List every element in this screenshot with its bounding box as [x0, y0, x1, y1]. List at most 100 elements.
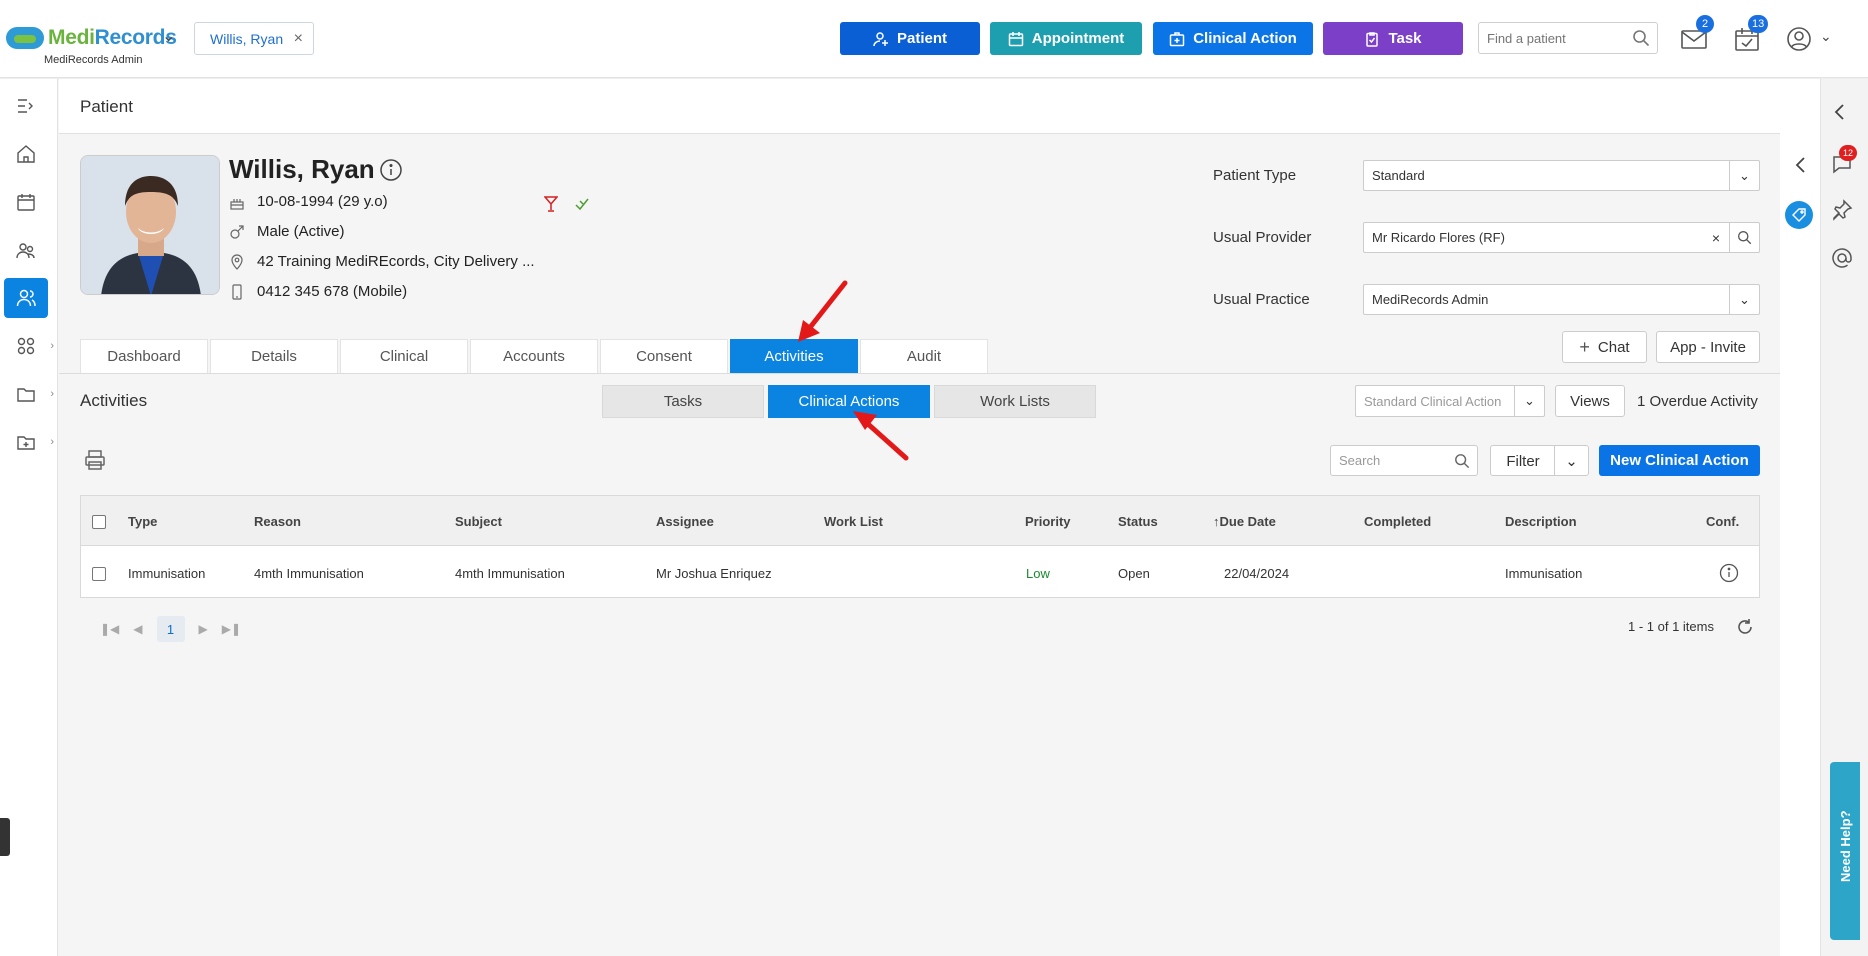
column-header-subject[interactable]: Subject: [455, 514, 502, 529]
tab-dashboard[interactable]: Dashboard: [80, 339, 208, 373]
column-header-conf[interactable]: Conf.: [1706, 514, 1739, 529]
chevron-left-icon[interactable]: [1828, 100, 1852, 124]
tab-consent[interactable]: Consent: [600, 339, 728, 373]
patient-type-value: Standard: [1372, 168, 1425, 183]
menu-toggle-icon[interactable]: [4, 86, 48, 126]
select-all-checkbox[interactable]: [92, 515, 106, 529]
first-page-icon[interactable]: ❚◀: [100, 622, 119, 636]
patient-tabs: Dashboard Details Clinical Accounts Cons…: [80, 339, 988, 373]
patient-phone: 0412 345 678 (Mobile): [257, 283, 408, 300]
search-icon[interactable]: [1454, 453, 1470, 469]
app-invite-button[interactable]: App - Invite: [1656, 331, 1760, 363]
row-checkbox[interactable]: [92, 567, 106, 581]
need-help-button[interactable]: Need Help?: [1830, 762, 1860, 940]
column-header-description[interactable]: Description: [1505, 514, 1577, 529]
tab-clinical[interactable]: Clinical: [340, 339, 468, 373]
cell-type: Immunisation: [128, 566, 206, 581]
activities-search-input[interactable]: Search: [1330, 445, 1478, 476]
last-page-icon[interactable]: ▶❚: [222, 622, 241, 636]
new-clinical-action-button[interactable]: Clinical Action: [1153, 22, 1313, 55]
next-page-icon[interactable]: ▶: [199, 622, 208, 636]
column-header-type[interactable]: Type: [128, 514, 157, 529]
group-icon[interactable]: [4, 230, 48, 270]
logo-cloud-icon: [6, 27, 44, 49]
mail-count-badge: 2: [1696, 15, 1714, 33]
column-header-reason[interactable]: Reason: [254, 514, 301, 529]
column-header-work-list[interactable]: Work List: [824, 514, 883, 529]
previous-page-icon[interactable]: ◀: [133, 622, 142, 636]
clear-icon[interactable]: ×: [1703, 223, 1729, 252]
tab-accounts[interactable]: Accounts: [470, 339, 598, 373]
patient-portrait-image: [81, 156, 219, 294]
table-header: Type Reason Subject Assignee Work List P…: [81, 496, 1759, 546]
chevron-down-icon[interactable]: ⌄: [1820, 28, 1832, 45]
add-person-icon: [873, 31, 888, 46]
clipboard-icon: [1366, 31, 1379, 47]
usual-provider-field[interactable]: Mr Ricardo Flores (RF) ×: [1363, 222, 1760, 253]
chevron-down-icon[interactable]: ⌄: [1554, 446, 1588, 475]
new-patient-label: Patient: [896, 30, 947, 47]
filter-button[interactable]: Filter ⌄: [1490, 445, 1589, 476]
chevron-down-icon[interactable]: ⌄: [162, 26, 175, 46]
column-header-completed[interactable]: Completed: [1364, 514, 1431, 529]
chevron-left-icon[interactable]: [1789, 153, 1813, 177]
segment-clinical-actions[interactable]: Clinical Actions: [768, 385, 930, 418]
search-icon[interactable]: [1729, 223, 1759, 252]
patient-gender-row: Male (Active): [229, 223, 345, 240]
column-header-assignee[interactable]: Assignee: [656, 514, 714, 529]
column-header-due-date[interactable]: ↑Due Date: [1213, 514, 1276, 529]
tab-activities[interactable]: Activities: [730, 339, 858, 373]
home-icon[interactable]: [4, 134, 48, 174]
search-icon[interactable]: [1632, 29, 1650, 47]
info-icon[interactable]: [1719, 563, 1739, 583]
chevron-down-icon[interactable]: ⌄: [1514, 386, 1544, 416]
at-sign-icon[interactable]: [1830, 246, 1854, 270]
views-button[interactable]: Views: [1555, 385, 1625, 417]
cell-assignee: Mr Joshua Enriquez: [656, 566, 772, 581]
tasks-count-badge: 13: [1748, 15, 1769, 33]
usual-practice-select[interactable]: MediRecords Admin ⌄: [1363, 284, 1760, 315]
cell-status: Open: [1118, 566, 1150, 581]
tabs-divider: [59, 373, 1780, 374]
column-header-status[interactable]: Status: [1118, 514, 1158, 529]
new-patient-button[interactable]: Patient: [840, 22, 980, 55]
chevron-down-icon[interactable]: ⌄: [1729, 285, 1759, 314]
find-patient-input[interactable]: [1478, 22, 1658, 54]
refresh-icon[interactable]: [1736, 618, 1754, 636]
app-logo[interactable]: MediRecords: [6, 26, 177, 50]
close-icon[interactable]: ×: [294, 30, 303, 48]
usual-practice-value: MediRecords Admin: [1372, 292, 1489, 307]
need-help-label: Need Help?: [1838, 810, 1853, 882]
search-placeholder: Search: [1339, 453, 1381, 468]
segment-tasks[interactable]: Tasks: [602, 385, 764, 418]
birthday-cake-icon: [230, 198, 244, 210]
patients-icon[interactable]: [4, 278, 48, 318]
user-avatar-icon[interactable]: [1785, 25, 1813, 53]
segment-work-lists[interactable]: Work Lists: [934, 385, 1096, 418]
open-patient-chip[interactable]: Willis, Ryan ×: [194, 22, 314, 55]
new-clinical-action-button[interactable]: New Clinical Action: [1599, 445, 1760, 476]
patient-type-select[interactable]: Standard ⌄: [1363, 160, 1760, 191]
column-header-priority[interactable]: Priority: [1025, 514, 1071, 529]
pager: ❚◀ ◀ 1 ▶ ▶❚: [100, 616, 241, 642]
print-icon[interactable]: [84, 449, 106, 471]
new-appointment-button[interactable]: Appointment: [990, 22, 1142, 55]
chevron-down-icon[interactable]: ⌄: [1729, 161, 1759, 190]
tab-details[interactable]: Details: [210, 339, 338, 373]
usual-practice-label: Usual Practice: [1213, 291, 1310, 308]
folder-add-icon[interactable]: ›: [4, 422, 54, 462]
page-number[interactable]: 1: [156, 616, 185, 642]
calendar-icon[interactable]: [4, 182, 48, 222]
info-icon[interactable]: [379, 158, 403, 182]
tab-audit[interactable]: Audit: [860, 339, 988, 373]
tag-button[interactable]: [1785, 201, 1813, 229]
new-task-button[interactable]: Task: [1323, 22, 1463, 55]
patient-gender: Male (Active): [257, 223, 345, 240]
smoking-status-icon: [575, 198, 589, 211]
chat-button[interactable]: + Chat: [1562, 331, 1647, 363]
modules-icon[interactable]: ›: [4, 326, 54, 366]
view-select[interactable]: Standard Clinical Action ⌄: [1355, 385, 1545, 417]
collapsed-panel-handle[interactable]: [0, 818, 10, 856]
folder-icon[interactable]: ›: [4, 374, 54, 414]
pin-icon[interactable]: [1830, 198, 1854, 222]
